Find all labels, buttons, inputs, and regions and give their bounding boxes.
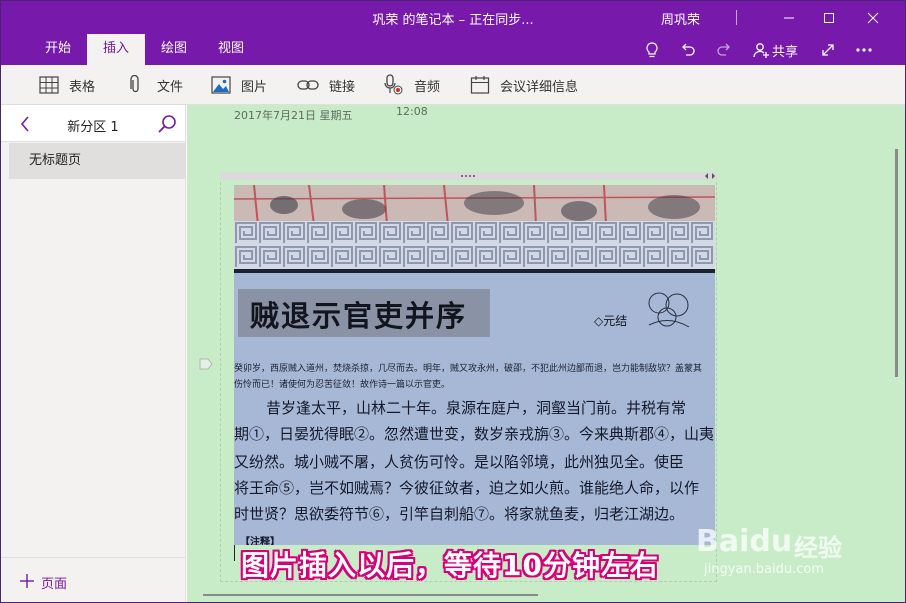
baidu-watermark: Baidu 经验 jingyan.baidu.com [696,506,896,586]
insert-ribbon: 表格 文件 图片 链接 音频 会议详细信息 [1,65,905,105]
meeting-details-label: 会议详细信息 [500,79,579,95]
drag-handle-icon [461,175,475,177]
horizontal-scrollbar[interactable] [203,594,538,596]
picture-body-line: 时世贤？思欲委符节⑥，引竿自刺船⑦。将家就鱼麦，归老江湖边。 [234,505,685,523]
tab-draw[interactable]: 绘图 [147,34,201,65]
maximize-icon [824,12,834,23]
picture-author: ◇元结 [594,314,628,328]
insert-picture-button[interactable]: 图片 [211,73,267,97]
microphone-icon [384,74,403,95]
insert-link-button[interactable]: 链接 [297,73,355,97]
tab-home[interactable]: 开始 [31,34,85,65]
picture-headline: 贼退示官吏并序 [250,299,468,333]
watermark-suffix: 经验 [794,534,842,562]
title-separator [736,10,737,25]
share-person-icon[interactable] [750,39,772,61]
insert-audio-button[interactable]: 音频 [384,73,440,97]
minimize-button[interactable] [769,1,809,34]
onenote-window: 巩荣 的笔记本 – 正在同步... 周巩荣 开始 插入 绘图 视图 共享 表格 … [0,0,906,603]
picture-top-pattern [234,185,715,226]
undo-icon[interactable] [677,39,699,61]
close-button[interactable] [853,1,893,34]
inserted-picture[interactable]: 贼退示官吏并序 ◇元结 癸卯岁，西原贼入道州，焚烧杀掠，几尽而去。明年，贼又攻永… [234,185,715,545]
lightbulb-icon[interactable] [641,39,663,61]
page-time: 12:08 [396,105,428,118]
picture-intro: 癸卯岁，西原贼入道州，焚烧杀掠，几尽而去。明年，贼又攻永州，破邵，不犯此州边鄙而… [234,364,703,390]
watermark-logo: Baidu [696,524,793,559]
watermark-url: jingyan.baidu.com [704,562,824,577]
page-item-untitled[interactable]: 无标题页 [9,143,185,179]
insert-file-button[interactable]: 文件 [129,73,183,97]
calendar-icon [470,76,490,94]
insert-picture-label: 图片 [241,79,268,95]
ribbon-tabs: 开始 插入 绘图 视图 共享 [1,34,905,65]
vertical-scrollbar[interactable] [895,149,898,377]
picture-body-line: 将王命⑤，岂不如贼焉？今彼征敛者，迫之如火煎。谁能绝人命，以作 [234,479,700,497]
meander-pattern [234,221,715,269]
picture-rule [234,269,715,273]
more-icon[interactable] [853,39,875,61]
overlay-caption: 图片插入以后，等待10分钟左右 [241,549,659,582]
insert-table-label: 表格 [69,79,96,95]
insert-audio-label: 音频 [414,79,441,95]
resize-arrows-icon [705,173,715,179]
link-icon [297,80,319,90]
plus-icon [20,574,34,588]
picture-body-line: 期①，日晏犹得眠②。忽然遭世变，数岁亲戎旃③。今来典斯郡④，山夷 [234,425,715,443]
insert-table-button[interactable]: 表格 [39,73,95,97]
paragraph-handle-icon[interactable] [199,358,213,370]
close-icon [867,12,879,23]
expand-icon[interactable] [817,39,839,61]
text-cursor [234,545,235,561]
picture-body-line: 又纷然。城小贼不屠，人贫伤可怜。是以陷邻境，此州独见全。使臣 [234,453,685,471]
picture-icon [211,76,231,94]
add-page-button[interactable]: 页面 [1,557,185,602]
tab-insert[interactable]: 插入 [87,34,145,65]
image-container-handle[interactable] [220,172,717,180]
add-page-label: 页面 [41,577,68,592]
picture-pattern-band [234,221,715,269]
user-name[interactable]: 周巩荣 [661,9,700,28]
page-date: 2017年7月21日 星期五 [234,109,353,122]
insert-file-label: 文件 [157,79,184,95]
paperclip-icon [130,75,139,93]
minimize-icon [784,17,794,18]
title-bar: 巩荣 的笔记本 – 正在同步... 周巩荣 [1,1,905,34]
section-header: 新分区 1 [1,105,185,142]
search-icon[interactable] [157,114,177,134]
redo-icon[interactable] [713,39,735,61]
tab-view[interactable]: 视图 [204,34,258,65]
insert-link-label: 链接 [329,79,356,95]
share-button[interactable]: 共享 [772,41,798,60]
meeting-details-button[interactable]: 会议详细信息 [470,73,578,97]
maximize-button[interactable] [809,1,849,34]
navigation-pane: 新分区 1 无标题页 页面 [1,105,186,602]
decorative-pattern [234,185,715,226]
table-icon [39,76,59,94]
flower-ornament-icon [648,292,690,328]
picture-body-line: 昔岁逢太平，山林二十年。泉源在庭户，洞壑当门前。井税有常 [266,399,687,417]
